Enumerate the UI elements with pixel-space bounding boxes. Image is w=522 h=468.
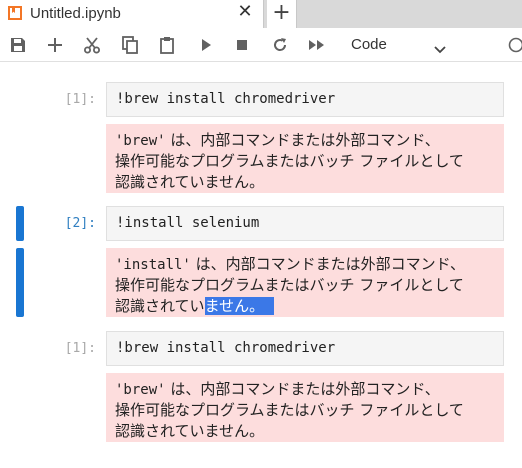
code-text: !install selenium [116,215,260,231]
code-input[interactable]: !brew install chromedriver [106,331,504,366]
selected-text: ません。 [204,297,275,315]
paste-icon[interactable] [156,35,178,55]
output-collapser[interactable] [16,248,24,317]
notebook-tab[interactable]: Untitled.ipynb ✕ [0,0,264,28]
output-line: 'brew' は、内部コマンドまたは外部コマンド、 [115,378,440,399]
output-line: 認識されていません。 [115,422,265,440]
command-name: 'install' [115,257,191,273]
command-name: 'brew' [115,382,166,398]
command-name: 'brew' [115,133,166,149]
cell-prompt: [2]: [64,216,96,231]
output-text: は、内部コマンドまたは外部コマンド、 [190,255,466,273]
code-text: !brew install chromedriver [116,91,336,107]
notebook-toolbar: Code [0,28,522,62]
output-text: は、内部コマンドまたは外部コマンド、 [165,380,440,398]
kernel-status-icon [506,35,522,55]
cell-type-dropdown[interactable]: Code [342,33,452,57]
error-output: 'brew' は、内部コマンドまたは外部コマンド、 操作可能なプログラムまたはバ… [106,124,504,193]
tab-bar: Untitled.ipynb ✕ + [0,0,522,28]
output-line: 操作可能なプログラムまたはバッチ ファイルとして [115,401,464,419]
cut-icon[interactable] [81,35,103,55]
restart-icon[interactable] [269,35,291,55]
output-line: 'install' は、内部コマンドまたは外部コマンド、 [115,253,465,274]
cell-prompt: [1]: [64,92,96,107]
output-line: 認識されていません。 [115,173,265,191]
stop-icon[interactable] [231,35,253,55]
tab-title: Untitled.ipynb [30,5,121,22]
output-line: 'brew' は、内部コマンドまたは外部コマンド、 [115,129,440,150]
new-tab-button[interactable]: + [267,0,297,28]
fast-forward-icon[interactable] [306,35,328,55]
output-line: 操作可能なプログラムまたはバッチ ファイルとして [115,276,464,294]
code-input[interactable]: !brew install chromedriver [106,82,504,117]
output-text: は、内部コマンドまたは外部コマンド、 [165,131,440,149]
code-input[interactable]: !install selenium [106,206,504,241]
output-line: 操作可能なプログラムまたはバッチ ファイルとして [115,152,464,170]
code-text: !brew install chromedriver [116,340,336,356]
copy-icon[interactable] [119,35,141,55]
cell-prompt: [1]: [64,341,96,356]
error-output: 'brew' は、内部コマンドまたは外部コマンド、 操作可能なプログラムまたはバ… [106,373,504,442]
notebook-icon [8,5,22,20]
output-text: 認識されてい [115,297,205,315]
add-cell-icon[interactable] [44,35,66,55]
close-tab-icon[interactable]: ✕ [236,3,254,21]
save-icon[interactable] [7,35,29,55]
chevron-down-icon [434,39,446,58]
run-icon[interactable] [195,35,217,55]
output-line: 認識されていません。 [115,295,275,316]
cell-type-label: Code [351,36,387,53]
error-output: 'install' は、内部コマンドまたは外部コマンド、 操作可能なプログラムま… [106,248,504,317]
